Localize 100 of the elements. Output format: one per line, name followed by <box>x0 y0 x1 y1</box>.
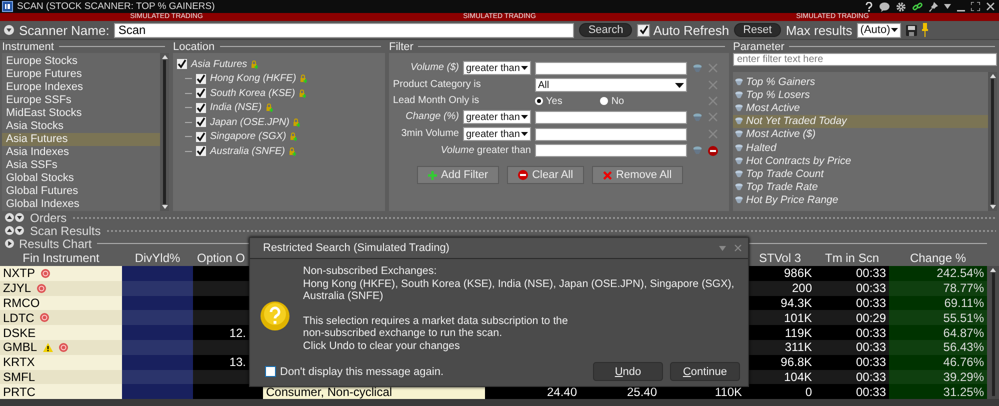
table-cell <box>193 310 249 326</box>
location-checkbox[interactable] <box>196 117 206 128</box>
checkmark-icon <box>196 88 206 98</box>
dont-show-checkbox[interactable]: Don't display this message again. <box>265 366 444 378</box>
scanner-name-field[interactable]: Scan <box>114 22 574 38</box>
operator-dropdown[interactable]: greater than <box>463 61 531 75</box>
instrument-item[interactable]: Asia Futures <box>2 133 160 146</box>
table-cell: 64.87% <box>889 325 987 340</box>
expand-collapse-icon[interactable] <box>5 226 25 235</box>
location-label: Hong Kong (HKFE) <box>210 73 296 84</box>
table-cell: 31.25% <box>889 384 987 400</box>
parameter-item[interactable]: Top % Losers <box>733 88 988 102</box>
instrument-item[interactable]: Global Futures <box>2 185 160 198</box>
expand-icon[interactable] <box>5 239 14 248</box>
x-icon <box>603 170 612 180</box>
column-header[interactable]: DivYld% <box>122 251 193 265</box>
table-cell: 00:33 <box>815 266 889 281</box>
pin-icon[interactable] <box>922 23 928 37</box>
location-checkbox[interactable] <box>196 88 206 98</box>
parameter-item[interactable]: Hot Contracts by Price <box>733 154 988 168</box>
maximize-icon[interactable] <box>971 2 980 11</box>
instrument-item[interactable]: Europe SSFs <box>2 94 160 107</box>
column-header[interactable]: Option O <box>193 251 249 265</box>
symbol-text: RMCO <box>3 296 40 310</box>
dialog-button[interactable]: Undo <box>593 362 663 381</box>
column-header[interactable]: Change % <box>889 251 987 265</box>
auto-refresh-checkbox[interactable]: Auto Refresh <box>637 22 730 38</box>
symbol-text: ZJYL <box>3 281 32 296</box>
radio-button[interactable]: Yes <box>535 96 562 106</box>
instrument-item[interactable]: Asia Indexes <box>2 146 160 159</box>
scrollbar[interactable] <box>987 266 999 400</box>
filter-button[interactable]: Remove All <box>592 166 683 184</box>
max-results-dropdown[interactable]: (Auto) <box>857 22 902 38</box>
table-cell: 0 <box>745 384 815 400</box>
instrument-item[interactable]: Asia Stocks <box>2 120 160 133</box>
parameter-item[interactable]: Not Yet Traded Today <box>733 114 988 128</box>
filter-button[interactable]: Add Filter <box>417 166 500 184</box>
reset-button[interactable]: Reset <box>734 23 781 37</box>
column-header[interactable]: Tm in Scn <box>815 251 889 265</box>
table-cell <box>193 266 249 281</box>
scrollbar[interactable] <box>988 72 997 211</box>
help-icon[interactable] <box>865 2 873 12</box>
pane-title[interactable]: Scan Results <box>30 224 101 238</box>
collapse-icon[interactable] <box>4 25 14 35</box>
instrument-item[interactable]: Asia SSFs <box>2 159 160 172</box>
link-icon[interactable] <box>912 2 923 12</box>
filter-value-field[interactable] <box>535 128 687 140</box>
settings-icon[interactable] <box>896 2 906 12</box>
dialog-button[interactable]: Continue <box>670 362 740 381</box>
instrument-item[interactable]: Europe Futures <box>2 68 160 81</box>
save-icon[interactable] <box>906 24 918 36</box>
column-header[interactable]: STVol 3 <box>745 251 815 265</box>
expand-collapse-icon[interactable] <box>5 213 25 222</box>
column-header[interactable]: Fin Instrument <box>0 251 122 265</box>
filter-button[interactable]: Clear All <box>507 166 584 184</box>
location-checkbox[interactable] <box>196 102 206 113</box>
chat-icon[interactable] <box>879 2 890 12</box>
location-checkbox[interactable] <box>196 132 206 142</box>
parameter-search-field[interactable]: enter filter text here <box>733 53 997 66</box>
table-cell: 39.29% <box>889 370 987 384</box>
checkmark-icon <box>638 25 649 35</box>
table-cell <box>122 280 193 296</box>
parameter-item[interactable]: Most Active <box>733 101 988 115</box>
instrument-item[interactable]: Global Stocks <box>2 172 160 185</box>
pin-icon[interactable] <box>929 2 938 12</box>
symbol-text: LDTC <box>3 310 34 325</box>
remove-icon[interactable] <box>708 146 718 156</box>
parameter-item[interactable]: Most Active ($) <box>733 128 988 141</box>
operator-dropdown[interactable]: greater than <box>463 110 531 124</box>
radio-button[interactable]: No <box>600 96 624 106</box>
section-title: Location <box>173 40 215 52</box>
caret-icon[interactable] <box>944 4 951 9</box>
parameter-item[interactable]: Halted <box>733 140 988 154</box>
instrument-item[interactable]: Global Indexes <box>2 198 160 211</box>
scrollbar[interactable] <box>160 53 169 211</box>
parameter-item[interactable]: Top Trade Count <box>733 167 988 180</box>
parameter-item[interactable]: Hot By Price Range <box>733 194 988 207</box>
table-cell <box>122 354 193 370</box>
location-checkbox[interactable] <box>196 146 206 156</box>
pane-title[interactable]: Orders <box>30 210 67 224</box>
filter-value-field[interactable] <box>535 62 687 74</box>
instrument-item[interactable]: Europe Indexes <box>2 81 160 94</box>
table-cell: 00:33 <box>815 296 889 310</box>
table-cell <box>122 325 193 340</box>
filter-value-field[interactable] <box>535 110 687 124</box>
instrument-item[interactable]: Europe Stocks <box>2 55 160 68</box>
pane-title[interactable]: Results Chart <box>19 236 92 250</box>
filter-value-field[interactable] <box>535 144 687 157</box>
location-checkbox[interactable] <box>177 59 187 70</box>
filter-icon <box>735 144 743 152</box>
symbol-text: GMBL <box>3 340 38 354</box>
search-button[interactable]: Search <box>579 23 632 37</box>
category-dropdown[interactable]: All <box>535 78 687 92</box>
parameter-item[interactable]: Top % Gainers <box>733 75 988 88</box>
filter-icon <box>735 130 743 138</box>
instrument-item[interactable]: MidEast Stocks <box>2 107 160 120</box>
close-icon[interactable] <box>986 2 995 11</box>
location-checkbox[interactable] <box>196 74 206 84</box>
operator-dropdown[interactable]: greater than <box>463 127 531 141</box>
parameter-item[interactable]: Top Trade Rate <box>733 180 988 194</box>
